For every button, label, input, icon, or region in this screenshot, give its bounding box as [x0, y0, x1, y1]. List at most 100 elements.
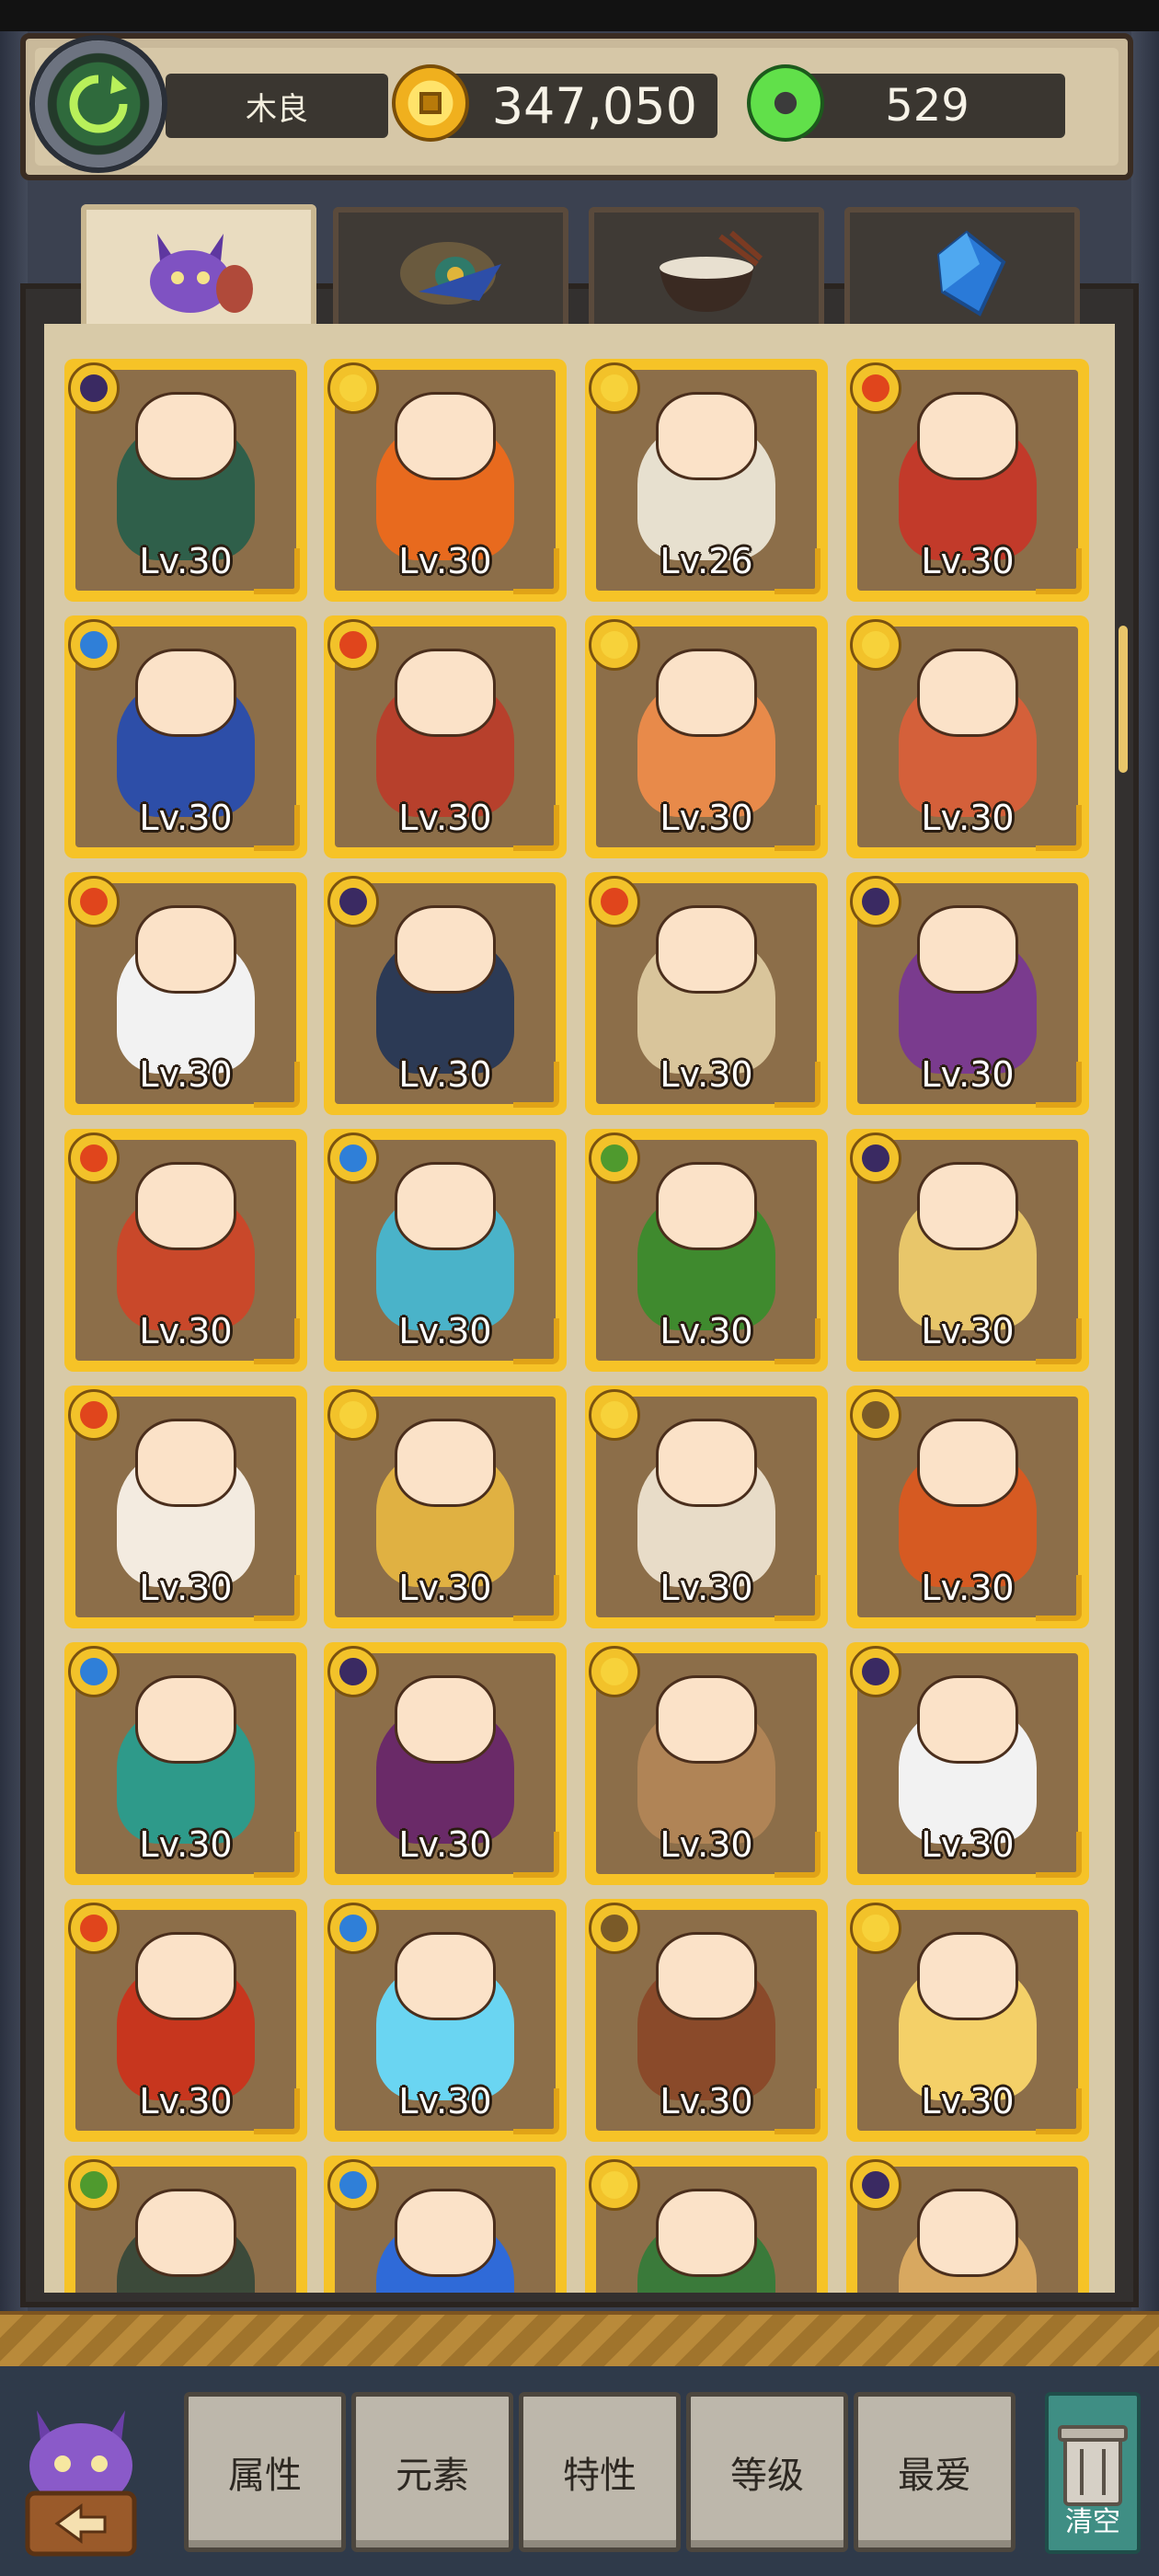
player-avatar[interactable] — [29, 35, 167, 173]
earth-element-icon — [589, 1903, 640, 1954]
character-card[interactable]: Lv.30 — [64, 1899, 307, 2142]
character-card[interactable] — [846, 2156, 1089, 2293]
element-glyph — [601, 631, 628, 659]
character-card[interactable]: Lv.30 — [846, 1899, 1089, 2142]
character-face — [917, 2189, 1018, 2277]
character-card[interactable]: Lv.30 — [585, 872, 828, 1115]
character-card[interactable]: Lv.30 — [585, 615, 828, 858]
character-level: Lv.30 — [139, 1568, 233, 1608]
character-face — [395, 1932, 496, 2020]
character-level: Lv.30 — [660, 2081, 753, 2122]
sun-element-icon — [327, 362, 379, 414]
character-card[interactable]: Lv.26 — [585, 359, 828, 602]
sun-element-icon — [589, 1389, 640, 1441]
noodle-bowl-icon — [647, 227, 766, 319]
wooden-divider — [0, 2311, 1159, 2370]
filter-button[interactable]: 属性 — [184, 2392, 346, 2552]
character-card[interactable]: Lv.30 — [324, 615, 567, 858]
earth-element-icon — [850, 1389, 901, 1441]
character-face — [656, 2189, 757, 2277]
character-level: Lv.30 — [921, 541, 1015, 581]
character-card[interactable]: Lv.30 — [64, 872, 307, 1115]
character-card[interactable]: Lv.30 — [585, 1129, 828, 1372]
sun-element-icon — [589, 1646, 640, 1697]
character-card[interactable]: Lv.30 — [585, 1386, 828, 1628]
tab-characters[interactable] — [81, 204, 316, 342]
character-face — [395, 392, 496, 480]
character-card[interactable]: Lv.30 — [585, 1899, 828, 2142]
fire-element-icon — [589, 876, 640, 927]
element-glyph — [601, 1915, 628, 1942]
moon-element-icon — [850, 2159, 901, 2211]
element-glyph — [339, 631, 367, 659]
character-face — [395, 1162, 496, 1250]
filter-button[interactable]: 最爱 — [854, 2392, 1016, 2552]
character-card[interactable]: Lv.30 — [324, 1129, 567, 1372]
character-face — [917, 1419, 1018, 1507]
character-card[interactable]: Lv.30 — [64, 1642, 307, 1885]
scrollbar-thumb[interactable] — [1119, 626, 1128, 773]
character-face — [656, 1162, 757, 1250]
character-grid-panel[interactable]: Lv.30 Lv.30 Lv.26 Lv.30 Lv.30 Lv.30 Lv.30 Lv.30… — [44, 324, 1115, 2293]
element-glyph — [339, 1401, 367, 1429]
character-card[interactable]: Lv.30 — [324, 1899, 567, 2142]
tab-crystals[interactable] — [844, 207, 1080, 336]
blue-crystal-icon — [902, 227, 1022, 319]
fire-element-icon — [327, 619, 379, 671]
character-card[interactable] — [64, 2156, 307, 2293]
character-card[interactable]: Lv.30 — [324, 1642, 567, 1885]
moon-element-icon — [850, 1133, 901, 1184]
character-level: Lv.30 — [660, 1568, 753, 1608]
moon-element-icon — [850, 1646, 901, 1697]
tab-items[interactable] — [333, 207, 568, 336]
character-level: Lv.30 — [660, 798, 753, 838]
element-glyph — [80, 1401, 108, 1429]
character-card[interactable]: Lv.30 — [846, 1642, 1089, 1885]
fire-element-icon — [850, 362, 901, 414]
fire-element-icon — [68, 1903, 120, 1954]
character-face — [656, 1675, 757, 1764]
element-glyph — [862, 888, 889, 915]
element-glyph — [862, 631, 889, 659]
character-card[interactable]: Lv.30 — [324, 872, 567, 1115]
character-card[interactable]: Lv.30 — [846, 1129, 1089, 1372]
character-card[interactable] — [324, 2156, 567, 2293]
filter-button[interactable]: 特性 — [519, 2392, 681, 2552]
refresh-dragon-icon — [69, 75, 128, 133]
character-face — [917, 649, 1018, 737]
tab-food[interactable] — [589, 207, 824, 336]
element-glyph — [339, 1144, 367, 1172]
element-glyph — [862, 2171, 889, 2199]
moon-element-icon — [327, 876, 379, 927]
element-glyph — [601, 374, 628, 402]
filter-button[interactable]: 等级 — [686, 2392, 848, 2552]
character-card[interactable]: Lv.30 — [846, 359, 1089, 602]
character-card[interactable]: Lv.30 — [324, 1386, 567, 1628]
clear-button[interactable]: 清空 — [1045, 2392, 1141, 2554]
character-card[interactable] — [585, 2156, 828, 2293]
filter-button[interactable]: 元素 — [351, 2392, 513, 2552]
character-face — [917, 1932, 1018, 2020]
character-face — [135, 1932, 236, 2020]
fire-element-icon — [68, 1133, 120, 1184]
character-card[interactable]: Lv.30 — [324, 359, 567, 602]
character-face — [395, 2189, 496, 2277]
character-card[interactable]: Lv.30 — [64, 615, 307, 858]
character-card[interactable]: Lv.30 — [64, 1386, 307, 1628]
character-level: Lv.30 — [139, 1054, 233, 1095]
character-card[interactable]: Lv.30 — [585, 1642, 828, 1885]
character-face — [917, 905, 1018, 994]
moon-element-icon — [68, 362, 120, 414]
character-face — [395, 649, 496, 737]
character-level: Lv.30 — [921, 1054, 1015, 1095]
status-bar — [0, 0, 1159, 31]
water-element-icon — [327, 1133, 379, 1184]
character-face — [656, 392, 757, 480]
character-card[interactable]: Lv.30 — [846, 1386, 1089, 1628]
character-card[interactable]: Lv.30 — [846, 615, 1089, 858]
character-card[interactable]: Lv.30 — [64, 359, 307, 602]
character-card[interactable]: Lv.30 — [846, 872, 1089, 1115]
back-button[interactable] — [17, 2392, 145, 2562]
character-card[interactable]: Lv.30 — [64, 1129, 307, 1372]
element-glyph — [601, 1658, 628, 1685]
